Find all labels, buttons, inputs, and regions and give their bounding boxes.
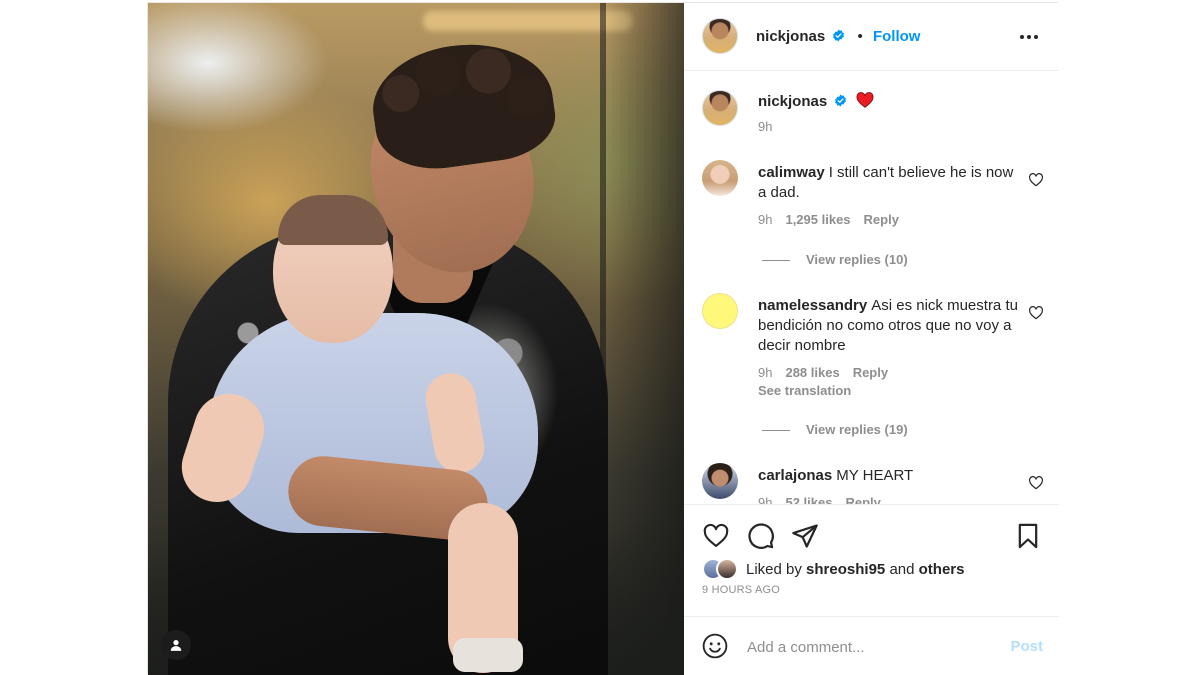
- comment-body: MY HEART: [836, 467, 914, 484]
- comment-likes[interactable]: 1,295 likes: [785, 212, 850, 227]
- comment-likes[interactable]: 52 likes: [785, 495, 832, 504]
- photo-man-hair: [365, 33, 561, 177]
- post-actions: Liked by shreoshi95 and others 9 HOURS A…: [684, 504, 1059, 616]
- like-heart-icon[interactable]: [702, 522, 730, 550]
- instagram-post-modal: nickjonas • Follow nickjonas 9h calimway…: [147, 2, 1059, 675]
- verified-badge-icon: [835, 94, 847, 107]
- comment-meta: 9h 52 likes Reply: [758, 495, 894, 504]
- emoji-smiley-icon[interactable]: [702, 633, 728, 659]
- share-paper-plane-icon[interactable]: [791, 522, 819, 550]
- comment-bubble-icon[interactable]: [747, 522, 775, 550]
- tagged-users-button[interactable]: [161, 630, 191, 660]
- save-bookmark-icon[interactable]: [1014, 522, 1042, 550]
- commenter-username[interactable]: namelessandry: [758, 297, 867, 314]
- photo-baby-shoe: [453, 638, 523, 672]
- caption-username[interactable]: nickjonas: [758, 93, 827, 110]
- author-line: nickjonas • Follow: [756, 28, 920, 45]
- comment-like-heart-icon[interactable]: [1028, 305, 1044, 321]
- more-options-button[interactable]: [1017, 25, 1041, 49]
- comments-section[interactable]: nickjonas 9h calimway I still can't belie…: [684, 72, 1059, 504]
- caption-author-avatar[interactable]: [702, 90, 738, 126]
- replies-line: [762, 430, 790, 432]
- caption-line: nickjonas: [758, 92, 874, 110]
- more-dots-icon: [1020, 35, 1038, 39]
- comment-text: calimway I still can't believe he is now …: [758, 163, 1020, 203]
- view-replies-label: View replies (19): [806, 422, 908, 437]
- red-heart-icon: [856, 92, 873, 108]
- commenter-avatar[interactable]: [702, 160, 738, 196]
- commenter-username[interactable]: carlajonas: [758, 467, 832, 484]
- post-comment-button[interactable]: Post: [1010, 638, 1043, 655]
- see-translation-button[interactable]: See translation: [758, 383, 851, 398]
- liked-by-text: Liked by shreoshi95 and others: [746, 561, 964, 578]
- post-header: nickjonas • Follow: [684, 3, 1059, 71]
- follow-button[interactable]: Follow: [873, 28, 921, 45]
- commenter-username[interactable]: calimway: [758, 164, 825, 181]
- post-photo[interactable]: [148, 3, 684, 675]
- commenter-avatar[interactable]: [702, 463, 738, 499]
- liked-by-avatars[interactable]: [702, 558, 744, 580]
- comment-meta: 9h 288 likes Reply: [758, 365, 901, 380]
- author-avatar[interactable]: [702, 18, 738, 54]
- comment-reply-button[interactable]: Reply: [853, 365, 888, 380]
- comment-input[interactable]: [747, 635, 997, 659]
- liked-by-user-link[interactable]: shreoshi95: [806, 561, 885, 578]
- comment-time[interactable]: 9h: [758, 365, 772, 380]
- liked-by-prefix: Liked by: [746, 561, 802, 578]
- verified-badge-icon: [833, 29, 845, 42]
- separator-dot: •: [857, 28, 863, 45]
- liked-by-connector: and: [889, 561, 915, 578]
- comment-reply-button[interactable]: Reply: [845, 495, 880, 504]
- post-time-ago[interactable]: 9 HOURS AGO: [702, 584, 780, 596]
- view-replies-label: View replies (10): [806, 252, 908, 267]
- comment-reply-button[interactable]: Reply: [864, 212, 899, 227]
- photo-baby-hair: [278, 195, 388, 245]
- commenter-avatar[interactable]: [702, 293, 738, 329]
- replies-line: [762, 260, 790, 262]
- liked-by-others-link[interactable]: others: [919, 561, 965, 578]
- caption-time[interactable]: 9h: [758, 119, 772, 134]
- comment-text: carlajonas MY HEART: [758, 466, 1020, 486]
- comment-likes[interactable]: 288 likes: [785, 365, 839, 380]
- comment-text: namelessandry Asi es nick muestra tu bend…: [758, 296, 1020, 356]
- comment-like-heart-icon[interactable]: [1028, 172, 1044, 188]
- comment-time[interactable]: 9h: [758, 495, 772, 504]
- user-icon: [170, 640, 182, 651]
- liker-avatar: [716, 558, 738, 580]
- author-username[interactable]: nickjonas: [756, 28, 825, 45]
- comment-like-heart-icon[interactable]: [1028, 475, 1044, 491]
- comment-time[interactable]: 9h: [758, 212, 772, 227]
- post-side-panel: nickjonas • Follow nickjonas 9h calimway…: [684, 3, 1059, 675]
- add-comment-bar: Post: [684, 616, 1059, 675]
- comment-meta: 9h 1,295 likes Reply: [758, 212, 912, 227]
- view-replies-button[interactable]: View replies (10): [762, 252, 908, 267]
- view-replies-button[interactable]: View replies (19): [762, 422, 908, 437]
